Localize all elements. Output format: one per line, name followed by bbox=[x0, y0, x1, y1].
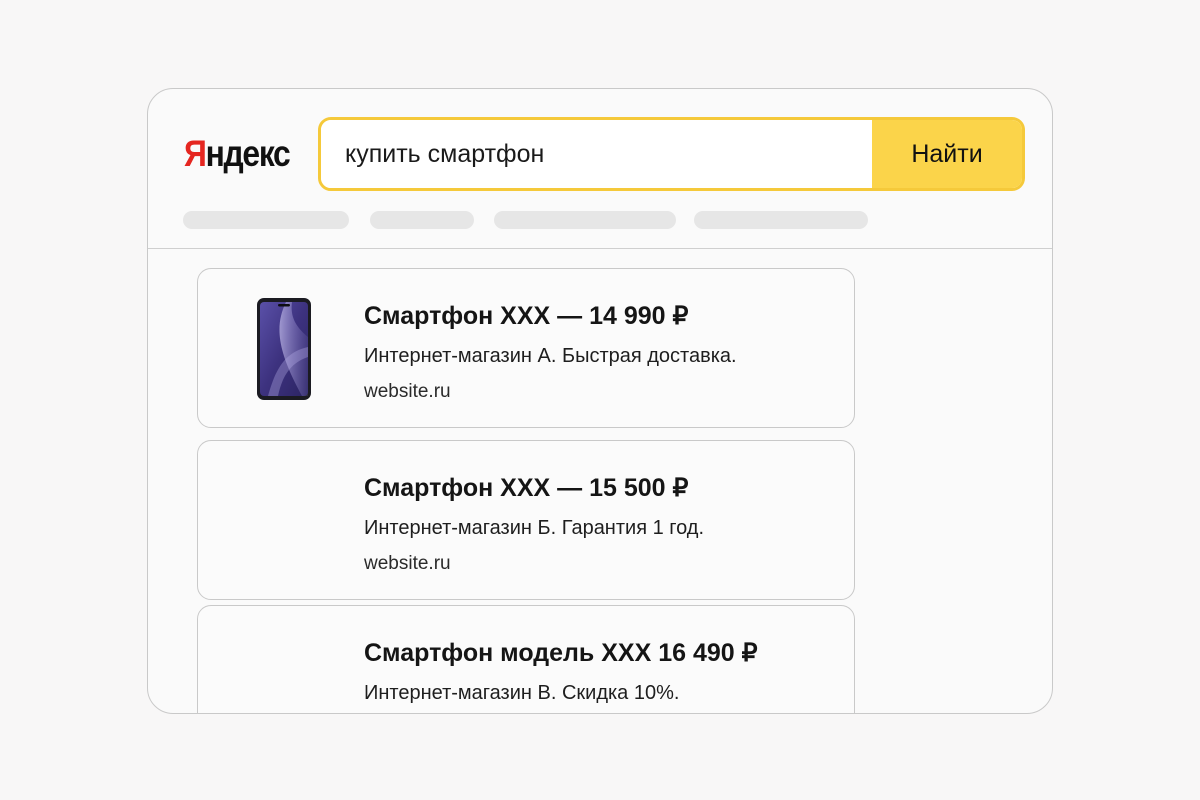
yandex-logo[interactable]: Яндекс bbox=[184, 133, 291, 175]
tab-placeholder-1[interactable] bbox=[183, 211, 349, 229]
result-url[interactable]: website.ru bbox=[364, 553, 451, 575]
browser-window: Яндекс Найти bbox=[147, 88, 1053, 714]
search-header: Яндекс Найти bbox=[148, 89, 1052, 249]
logo-first-letter: Я bbox=[184, 133, 207, 174]
tab-placeholder-4[interactable] bbox=[694, 211, 868, 229]
smartphone-image bbox=[257, 298, 311, 400]
result-snippet: Интернет-магазин Б. Гарантия 1 год. bbox=[364, 517, 705, 539]
result-snippet: Интернет-магазин А. Быстрая доставка. bbox=[364, 345, 737, 367]
search-input[interactable] bbox=[321, 120, 872, 188]
result-card[interactable]: Смартфон XXX — 14 990 ₽ Интернет-магазин… bbox=[197, 268, 855, 428]
result-title[interactable]: Смартфон модель XXX 16 490 ₽ bbox=[364, 638, 758, 668]
result-title[interactable]: Смартфон XXX — 15 500 ₽ bbox=[364, 473, 688, 503]
search-bar: Найти bbox=[318, 117, 1025, 191]
result-card[interactable]: Смартфон модель XXX 16 490 ₽ Интернет-ма… bbox=[197, 605, 855, 713]
logo-rest: ндекс bbox=[205, 133, 291, 174]
result-snippet: Интернет-магазин В. Скидка 10%. bbox=[364, 682, 680, 704]
tab-placeholder-3[interactable] bbox=[494, 211, 676, 229]
result-card[interactable]: Смартфон XXX — 15 500 ₽ Интернет-магазин… bbox=[197, 440, 855, 600]
tab-placeholder-2[interactable] bbox=[370, 211, 474, 229]
search-button[interactable]: Найти bbox=[872, 120, 1022, 188]
result-url[interactable]: website.ru bbox=[364, 381, 451, 403]
result-title[interactable]: Смартфон XXX — 14 990 ₽ bbox=[364, 301, 688, 331]
